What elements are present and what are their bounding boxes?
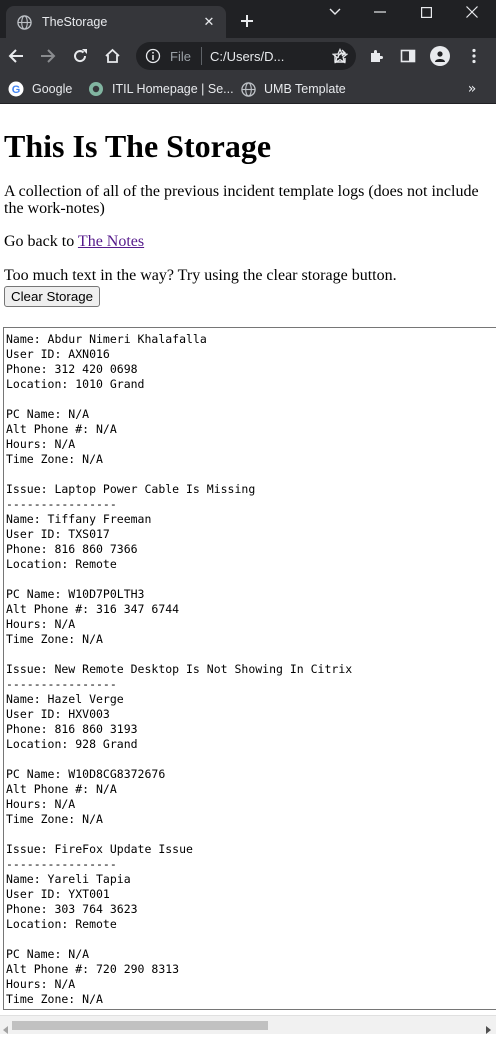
bookmark-google[interactable]: G Google <box>8 79 72 99</box>
profile-avatar-icon[interactable] <box>430 46 450 66</box>
browser-toolbar: File C:/Users/D... <box>0 38 496 74</box>
scrollbar-thumb[interactable] <box>12 1021 268 1030</box>
bookmark-itil-homepage[interactable]: ITIL Homepage | Se... <box>88 79 234 99</box>
page-content: This Is The Storage A collection of all … <box>0 127 496 307</box>
url-text[interactable]: C:/Users/D... <box>210 49 330 64</box>
storage-textarea[interactable]: Name: Abdur Nimeri Khalafalla User ID: A… <box>3 327 496 1010</box>
back-paragraph: Go back to The Notes <box>4 233 492 251</box>
browser-titlebar: TheStorage ✕ <box>0 0 496 38</box>
minimize-icon[interactable] <box>357 0 403 24</box>
scroll-right-arrow-icon[interactable] <box>484 1021 492 1034</box>
side-panel-icon[interactable] <box>396 44 420 68</box>
bookmark-label: ITIL Homepage | Se... <box>112 82 234 96</box>
window-close-icon[interactable] <box>449 0 495 24</box>
bookmark-label: UMB Template <box>264 82 346 96</box>
svg-text:G: G <box>12 84 21 96</box>
address-bar[interactable]: File C:/Users/D... <box>136 42 356 70</box>
url-scheme: File <box>170 48 191 64</box>
bookmarks-overflow-icon[interactable]: » <box>462 79 482 99</box>
google-icon: G <box>8 81 24 97</box>
tab-title: TheStorage <box>42 15 108 29</box>
the-notes-link[interactable]: The Notes <box>78 233 144 250</box>
bookmark-label: Google <box>32 82 73 96</box>
browser-tab[interactable]: TheStorage ✕ <box>6 6 226 38</box>
page-title: This Is The Storage <box>4 128 272 164</box>
close-tab-icon[interactable]: ✕ <box>200 13 218 31</box>
globe-icon <box>16 14 32 30</box>
forward-arrow-icon[interactable] <box>36 44 60 68</box>
scroll-left-arrow-icon[interactable] <box>2 1021 10 1034</box>
bookmark-umb-template[interactable]: UMB Template <box>240 79 346 99</box>
bookmark-star-icon[interactable] <box>328 44 352 68</box>
maximize-icon[interactable] <box>403 0 449 24</box>
servicenow-icon <box>88 81 104 97</box>
bookmarks-bar: G Google ITIL Homepage | Se... UMB Templ… <box>0 74 496 104</box>
clear-hint: Too much text in the way? Try using the … <box>4 267 397 284</box>
page-viewport: This Is The Storage A collection of all … <box>0 105 496 1015</box>
address-divider <box>200 47 202 65</box>
page-description: A collection of all of the previous inci… <box>4 183 479 217</box>
new-tab-icon[interactable] <box>236 10 258 32</box>
home-icon[interactable] <box>100 44 124 68</box>
horizontal-scrollbar[interactable] <box>0 1015 496 1034</box>
clear-storage-button[interactable]: Clear Storage <box>4 286 101 307</box>
back-arrow-icon[interactable] <box>4 44 28 68</box>
reload-icon[interactable] <box>68 44 92 68</box>
extensions-puzzle-icon[interactable] <box>364 44 388 68</box>
globe-icon <box>240 81 256 97</box>
info-icon[interactable] <box>144 47 162 65</box>
back-prefix: Go back to <box>4 233 78 250</box>
tab-search-icon[interactable] <box>312 0 358 24</box>
kebab-menu-icon[interactable] <box>462 44 486 68</box>
